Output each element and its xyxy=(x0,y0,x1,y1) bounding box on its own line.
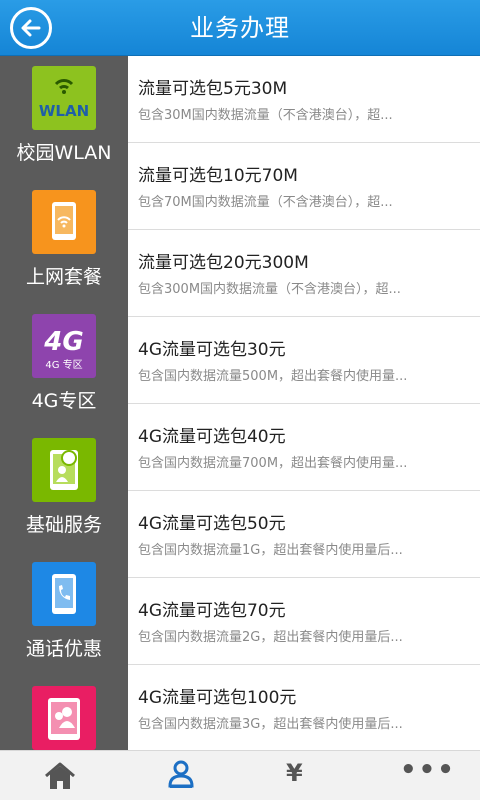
user-icon xyxy=(168,760,194,788)
sidebar-item-account[interactable] xyxy=(0,676,128,750)
service-icon xyxy=(32,438,96,502)
item-description: 包含70M国内数据流量（不含港澳台），超... xyxy=(138,195,393,210)
sidebar-label: 基础服务 xyxy=(25,514,102,536)
tab-business[interactable] xyxy=(120,751,240,800)
wlan-icon: WLAN xyxy=(32,66,96,130)
list-item[interactable]: 4G流量可选包70元 包含国内数据流量2G，超出套餐内使用量后... xyxy=(128,578,480,665)
sidebar-item-wlan[interactable]: WLAN 校园WLAN xyxy=(0,56,128,180)
more-icon: ••• xyxy=(400,755,456,785)
list-item[interactable]: 4G流量可选包50元 包含国内数据流量1G，超出套餐内使用量后... xyxy=(128,491,480,578)
item-description: 包含30M国内数据流量（不含港澳台），超... xyxy=(138,108,393,123)
item-description: 包含国内数据流量700M，超出套餐内使用量... xyxy=(138,456,408,471)
item-description: 包含国内数据流量3G，超出套餐内使用量后... xyxy=(138,717,403,732)
package-list: 流量可选包5元30M 包含30M国内数据流量（不含港澳台），超... 流量可选包… xyxy=(128,56,480,750)
item-title: 4G流量可选包30元 xyxy=(138,340,286,360)
item-title: 4G流量可选包70元 xyxy=(138,601,286,621)
list-item[interactable]: 4G流量可选包100元 包含国内数据流量3G，超出套餐内使用量后... xyxy=(128,665,480,750)
4g-icon: 4G 4G 专区 xyxy=(32,314,96,378)
yen-icon: ¥ xyxy=(286,759,303,787)
app-header: 业务办理 xyxy=(0,0,480,56)
item-title: 4G流量可选包40元 xyxy=(138,427,286,447)
item-description: 包含国内数据流量500M，超出套餐内使用量... xyxy=(138,369,408,384)
sidebar-label: 校园WLAN xyxy=(16,142,112,164)
item-title: 流量可选包5元30M xyxy=(138,79,288,99)
item-description: 包含国内数据流量1G，超出套餐内使用量后... xyxy=(138,543,403,558)
tab-more[interactable]: ••• xyxy=(360,751,480,800)
item-title: 流量可选包10元70M xyxy=(138,166,298,186)
list-item[interactable]: 流量可选包10元70M 包含70M国内数据流量（不含港澳台），超... xyxy=(128,143,480,230)
home-icon xyxy=(45,762,75,789)
item-title: 4G流量可选包50元 xyxy=(138,514,286,534)
item-description: 包含300M国内数据流量（不含港澳台），超... xyxy=(138,282,401,297)
item-description: 包含国内数据流量2G，超出套餐内使用量后... xyxy=(138,630,403,645)
bottom-tab-bar: ¥ ••• xyxy=(0,750,480,800)
tab-home[interactable] xyxy=(0,751,120,800)
item-title: 4G流量可选包100元 xyxy=(138,688,297,708)
svg-text:WLAN: WLAN xyxy=(39,102,89,120)
list-item[interactable]: 流量可选包5元30M 包含30M国内数据流量（不含港澳台），超... xyxy=(128,56,480,143)
sidebar-item-4g-zone[interactable]: 4G 4G 专区 4G专区 xyxy=(0,304,128,428)
svg-text:4G: 4G xyxy=(43,327,83,357)
tab-billing[interactable]: ¥ xyxy=(240,751,360,800)
category-sidebar: WLAN 校园WLAN 上网套餐 4G 4G 专区 4G专区 基础服务 通话优惠 xyxy=(0,56,128,750)
sidebar-item-call-offer[interactable]: 通话优惠 xyxy=(0,552,128,676)
list-item[interactable]: 4G流量可选包40元 包含国内数据流量700M，超出套餐内使用量... xyxy=(128,404,480,491)
sidebar-label: 上网套餐 xyxy=(25,266,102,288)
list-item[interactable]: 流量可选包20元300M 包含300M国内数据流量（不含港澳台），超... xyxy=(128,230,480,317)
phone-icon xyxy=(32,562,96,626)
page-title: 业务办理 xyxy=(190,14,290,42)
tablet-wifi-icon xyxy=(32,190,96,254)
sidebar-label: 通话优惠 xyxy=(25,638,102,660)
user-card-icon xyxy=(32,686,96,750)
svg-text:4G 专区: 4G 专区 xyxy=(45,358,82,371)
sidebar-label: 4G专区 xyxy=(31,390,97,412)
sidebar-item-basic-service[interactable]: 基础服务 xyxy=(0,428,128,552)
sidebar-item-data-plan[interactable]: 上网套餐 xyxy=(0,180,128,304)
list-item[interactable]: 4G流量可选包30元 包含国内数据流量500M，超出套餐内使用量... xyxy=(128,317,480,404)
item-title: 流量可选包20元300M xyxy=(138,253,309,273)
